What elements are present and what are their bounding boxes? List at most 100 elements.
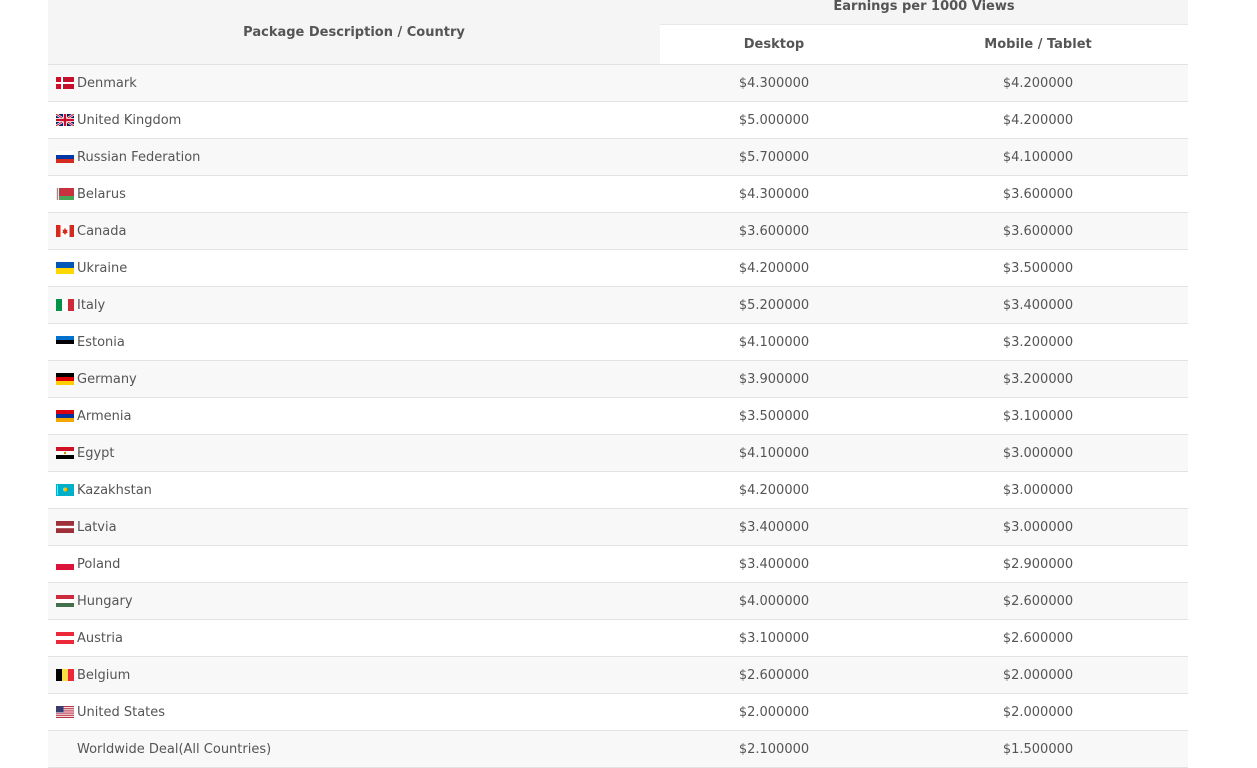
desktop-earnings-cell: $3.400000 (660, 508, 888, 546)
table-row: Estonia $4.100000 $3.200000 (48, 323, 1189, 361)
country-cell: Germany (48, 360, 660, 398)
country-name: Italy (77, 297, 106, 313)
mobile-earnings-cell: $2.600000 (888, 582, 1189, 620)
country-cell: Denmark (48, 64, 660, 102)
table-row: Hungary $4.000000 $2.600000 (48, 582, 1189, 620)
country-name: Egypt (77, 445, 115, 461)
mobile-earnings-cell: $3.600000 (888, 212, 1189, 250)
country-cell: Latvia (48, 508, 660, 546)
mobile-earnings-cell: $3.100000 (888, 397, 1189, 435)
mobile-earnings-cell: $2.000000 (888, 656, 1189, 694)
desktop-earnings-cell: $4.100000 (660, 434, 888, 472)
country-cell: Ukraine (48, 249, 660, 287)
belgium-flag-icon (56, 668, 74, 681)
country-name: United States (77, 704, 166, 720)
country-name: Kazakhstan (77, 482, 152, 498)
country-name: Austria (77, 630, 123, 646)
country-name: Poland (77, 556, 121, 572)
country-name: Latvia (77, 519, 117, 535)
kazakhstan-flag-icon (56, 483, 74, 496)
mobile-earnings-cell: $2.900000 (888, 545, 1189, 583)
desktop-earnings-cell: $5.700000 (660, 138, 888, 176)
desktop-earnings-cell: $4.300000 (660, 175, 888, 213)
header-earnings-per-1000-views: Earnings per 1000 Views (660, 0, 1189, 25)
header-mobile-tablet: Mobile / Tablet (888, 24, 1189, 65)
poland-flag-icon (56, 557, 74, 570)
header-desktop: Desktop (660, 24, 888, 65)
country-name: Belarus (77, 186, 126, 202)
armenia-flag-icon (56, 409, 74, 422)
country-name: Denmark (77, 75, 137, 91)
estonia-flag-icon (56, 335, 74, 348)
table-row: Egypt $4.100000 $3.000000 (48, 434, 1189, 472)
country-cell: Estonia (48, 323, 660, 361)
country-name: Armenia (77, 408, 132, 424)
table-row: Belarus $4.300000 $3.600000 (48, 175, 1189, 213)
desktop-earnings-cell: $4.100000 (660, 323, 888, 361)
desktop-earnings-cell: $3.600000 (660, 212, 888, 250)
country-cell: Austria (48, 619, 660, 657)
mobile-earnings-cell: $3.000000 (888, 471, 1189, 509)
earnings-table: Package Description / Country Earnings p… (48, 0, 1189, 768)
mobile-earnings-cell: $4.200000 (888, 64, 1189, 102)
desktop-earnings-cell: $3.400000 (660, 545, 888, 583)
table-body: Denmark $4.300000 $4.200000 United Kingdom $… (48, 64, 1189, 768)
country-cell: Armenia (48, 397, 660, 435)
desktop-earnings-cell: $4.300000 (660, 64, 888, 102)
mobile-earnings-cell: $4.200000 (888, 101, 1189, 139)
country-cell: Russian Federation (48, 138, 660, 176)
united-kingdom-flag-icon (56, 113, 74, 126)
country-cell: Hungary (48, 582, 660, 620)
canada-flag-icon (56, 224, 74, 237)
country-name: Worldwide Deal(All Countries) (77, 741, 272, 757)
desktop-earnings-cell: $3.900000 (660, 360, 888, 398)
desktop-earnings-cell: $2.600000 (660, 656, 888, 694)
germany-flag-icon (56, 372, 74, 385)
russia-flag-icon (56, 150, 74, 163)
country-cell: United Kingdom (48, 101, 660, 139)
desktop-earnings-cell: $4.200000 (660, 471, 888, 509)
mobile-earnings-cell: $2.000000 (888, 693, 1189, 731)
mobile-earnings-cell: $3.000000 (888, 508, 1189, 546)
desktop-earnings-cell: $4.200000 (660, 249, 888, 287)
country-name: Estonia (77, 334, 125, 350)
country-cell: Egypt (48, 434, 660, 472)
table-row: Ukraine $4.200000 $3.500000 (48, 249, 1189, 287)
desktop-earnings-cell: $2.000000 (660, 693, 888, 731)
table-row: Canada $3.600000 $3.600000 (48, 212, 1189, 250)
mobile-earnings-cell: $3.600000 (888, 175, 1189, 213)
table-row: Austria $3.100000 $2.600000 (48, 619, 1189, 657)
mobile-earnings-cell: $3.200000 (888, 360, 1189, 398)
table-row: Russian Federation $5.700000 $4.100000 (48, 138, 1189, 176)
country-name: Hungary (77, 593, 133, 609)
desktop-earnings-cell: $5.200000 (660, 286, 888, 324)
country-name: Germany (77, 371, 137, 387)
united-states-flag-icon (56, 705, 74, 718)
ukraine-flag-icon (56, 261, 74, 274)
belarus-flag-icon (56, 187, 74, 200)
header-package-description: Package Description / Country (48, 0, 660, 65)
mobile-earnings-cell: $3.400000 (888, 286, 1189, 324)
country-cell: Poland (48, 545, 660, 583)
mobile-earnings-cell: $2.600000 (888, 619, 1189, 657)
mobile-earnings-cell: $4.100000 (888, 138, 1189, 176)
table-row: Italy $5.200000 $3.400000 (48, 286, 1189, 324)
country-cell: Italy (48, 286, 660, 324)
table-row: Germany $3.900000 $3.200000 (48, 360, 1189, 398)
table-row: Poland $3.400000 $2.900000 (48, 545, 1189, 583)
hungary-flag-icon (56, 594, 74, 607)
country-name: Belgium (77, 667, 131, 683)
country-cell: Belarus (48, 175, 660, 213)
denmark-flag-icon (56, 76, 74, 89)
desktop-earnings-cell: $3.500000 (660, 397, 888, 435)
table-row: United States $2.000000 $2.000000 (48, 693, 1189, 731)
desktop-earnings-cell: $3.100000 (660, 619, 888, 657)
country-cell: Belgium (48, 656, 660, 694)
table-row: Latvia $3.400000 $3.000000 (48, 508, 1189, 546)
country-name: United Kingdom (77, 112, 182, 128)
latvia-flag-icon (56, 520, 74, 533)
earnings-table-container: Package Description / Country Earnings p… (48, 0, 1189, 768)
table-row: United Kingdom $5.000000 $4.200000 (48, 101, 1189, 139)
table-row: Denmark $4.300000 $4.200000 (48, 64, 1189, 102)
mobile-earnings-cell: $3.000000 (888, 434, 1189, 472)
